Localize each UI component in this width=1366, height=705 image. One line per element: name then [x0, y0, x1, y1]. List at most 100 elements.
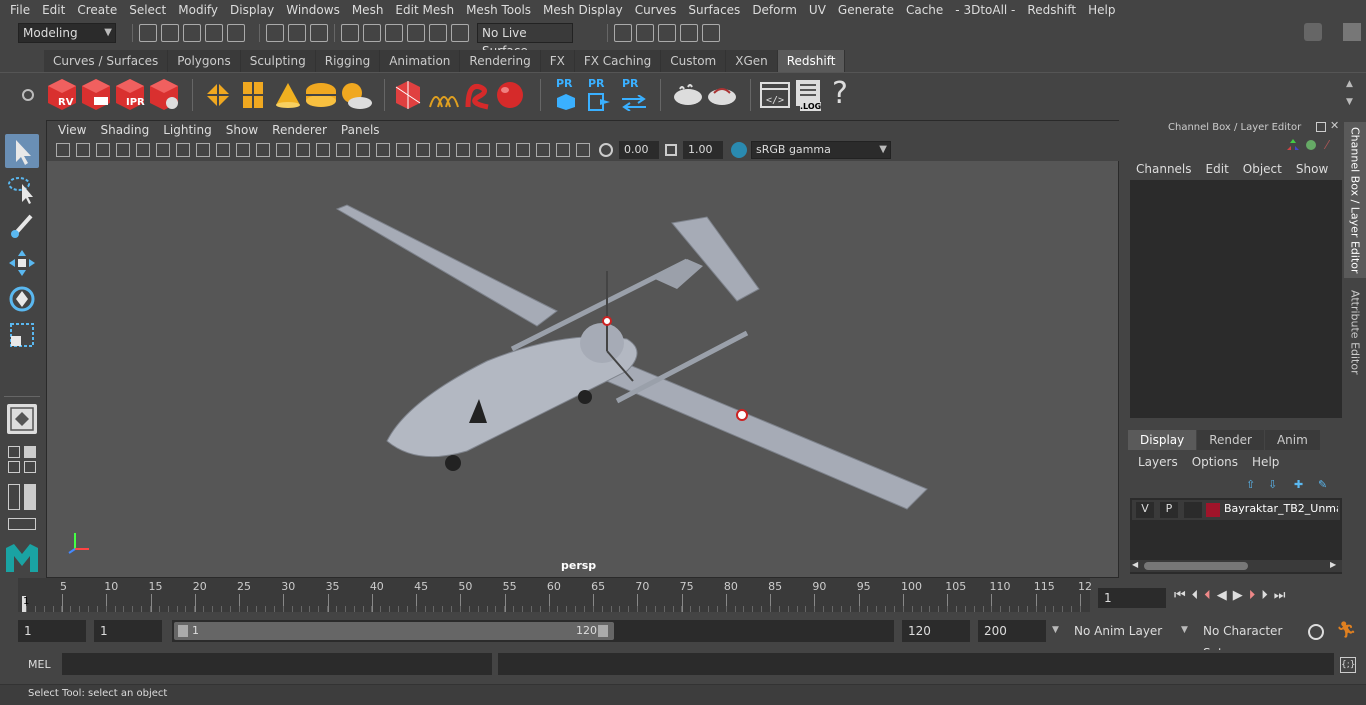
snap-curve-icon[interactable]: [363, 24, 381, 42]
menu-deform[interactable]: Deform: [746, 0, 803, 20]
menu-help[interactable]: Help: [1082, 0, 1121, 20]
render-frame-icon[interactable]: [636, 24, 654, 42]
layer-tab-render[interactable]: Render: [1197, 430, 1264, 450]
rs-pr-object-button[interactable]: PR: [554, 77, 578, 113]
grid-icon[interactable]: [176, 143, 190, 157]
2d-pan-icon[interactable]: [136, 143, 150, 157]
menu-create[interactable]: Create: [71, 0, 123, 20]
move-tool-button[interactable]: [5, 246, 39, 280]
chevron-down-icon[interactable]: ▼: [1052, 625, 1059, 635]
scene-end-field[interactable]: 200: [978, 620, 1046, 642]
hud-icon[interactable]: [576, 143, 590, 157]
anim-prefs-icon[interactable]: [1308, 624, 1324, 640]
timeline-track[interactable]: 5 10 15 20 25 30 35 40 45 50 55 60 65 70 75 80 85 90 95 100…: [18, 578, 1092, 612]
paint-select-tool-button[interactable]: [5, 208, 39, 242]
scroll-left-icon[interactable]: ◀: [1132, 560, 1138, 569]
camera-attributes-icon[interactable]: [76, 143, 90, 157]
mode-selector[interactable]: Modeling ▼: [18, 23, 116, 43]
menu-generate[interactable]: Generate: [832, 0, 900, 20]
snap-view-icon[interactable]: [407, 24, 425, 42]
layer-tab-anim[interactable]: Anim: [1264, 430, 1320, 450]
play-backward-icon[interactable]: ◀: [1217, 588, 1227, 603]
select-hierarchy-icon[interactable]: [266, 24, 284, 42]
snap-grid-icon[interactable]: [341, 24, 359, 42]
layer-color-swatch[interactable]: [1206, 503, 1220, 517]
rotate-tool-button[interactable]: [5, 282, 39, 316]
anti-aliasing-icon[interactable]: [456, 143, 470, 157]
script-editor-icon[interactable]: {;}: [1340, 657, 1356, 673]
layer-move-up-icon[interactable]: ⇧: [1246, 478, 1260, 491]
redo-icon[interactable]: [227, 24, 245, 42]
wireframe-icon[interactable]: [296, 143, 310, 157]
panel-menu-show[interactable]: Show: [219, 123, 265, 137]
layer-name[interactable]: Bayraktar_TB2_Unmann: [1224, 502, 1338, 515]
ipr-button[interactable]: IPR: [114, 77, 146, 111]
use-lights-icon[interactable]: [376, 143, 390, 157]
motion-blur-icon[interactable]: [436, 143, 450, 157]
live-surface-field[interactable]: No Live Surface: [477, 23, 573, 58]
step-back-key-icon[interactable]: ⏴: [1204, 588, 1211, 603]
command-input[interactable]: [62, 653, 492, 675]
scroll-right-icon[interactable]: ▶: [1330, 560, 1336, 569]
range-right-handle[interactable]: [598, 625, 608, 637]
rv-render-button[interactable]: RV: [46, 77, 78, 111]
cb-menu-object[interactable]: Object: [1237, 162, 1290, 176]
menu-mesh-tools[interactable]: Mesh Tools: [460, 0, 537, 20]
toggle-panels-icon[interactable]: [1343, 23, 1361, 41]
shelf-tab-custom[interactable]: Custom: [661, 50, 727, 72]
menu-select[interactable]: Select: [123, 0, 172, 20]
rs-sphere-icon[interactable]: [494, 79, 526, 111]
scene-start-field[interactable]: 1: [18, 620, 86, 642]
rs-log-button[interactable]: .LOG: [794, 79, 824, 113]
textured-icon[interactable]: [356, 143, 370, 157]
outliner-layout-icon[interactable]: [8, 484, 20, 510]
panel-menu-lighting[interactable]: Lighting: [156, 123, 219, 137]
hypershade-icon[interactable]: [702, 24, 720, 42]
close-icon[interactable]: ✕: [1330, 119, 1339, 132]
wireframe-on-shaded-icon[interactable]: [336, 143, 350, 157]
quad-layout-icon[interactable]: [24, 446, 36, 458]
single-layout-icon[interactable]: [8, 446, 20, 458]
new-layer-selected-icon[interactable]: ✎: [1318, 478, 1332, 491]
new-layer-icon[interactable]: ✚: [1294, 478, 1308, 491]
menu-3dtoall[interactable]: - 3DtoAll -: [949, 0, 1021, 20]
shelf-tab-rigging[interactable]: Rigging: [315, 50, 381, 72]
cb-menu-show[interactable]: Show: [1290, 162, 1336, 176]
resolution-gate-icon[interactable]: [216, 143, 230, 157]
image-plane-icon[interactable]: [116, 143, 130, 157]
split-layout-icon[interactable]: [24, 461, 36, 473]
layer-row[interactable]: V P Bayraktar_TB2_Unmann: [1132, 500, 1340, 520]
menu-redshift[interactable]: Redshift: [1021, 0, 1082, 20]
viewport-3d[interactable]: persp: [47, 161, 1118, 577]
snap-point-icon[interactable]: [385, 24, 403, 42]
chevron-down-icon[interactable]: ▼: [1181, 625, 1188, 635]
float-panel-icon[interactable]: [1316, 122, 1326, 132]
tab-channel-box[interactable]: Channel Box / Layer Editor: [1344, 122, 1366, 278]
cb-menu-edit[interactable]: Edit: [1200, 162, 1237, 176]
menu-cache[interactable]: Cache: [900, 0, 949, 20]
menu-edit[interactable]: Edit: [36, 0, 71, 20]
menu-mesh[interactable]: Mesh: [346, 0, 390, 20]
layer-playback-toggle[interactable]: P: [1160, 502, 1178, 518]
make-live-icon[interactable]: [451, 24, 469, 42]
scale-tool-button[interactable]: [5, 318, 39, 352]
rs-dome-light-icon[interactable]: [304, 81, 338, 109]
time-slider[interactable]: 5 10 15 20 25 30 35 40 45 50 55 60 65 70 75 80 85 90 95 100…: [0, 578, 1366, 614]
layer-scrollbar[interactable]: ◀ ▶: [1130, 560, 1342, 572]
drone-model[interactable]: [47, 161, 1118, 577]
workspace-icon[interactable]: [1304, 23, 1322, 41]
menu-windows[interactable]: Windows: [280, 0, 346, 20]
layer-menu-help[interactable]: Help: [1246, 455, 1287, 469]
shelf-tab-polygons[interactable]: Polygons: [168, 50, 241, 72]
cb-icon-move[interactable]: [1286, 138, 1300, 152]
range-slider-fill[interactable]: [174, 622, 614, 640]
menu-file[interactable]: File: [4, 0, 36, 20]
hypershade-layout-icon[interactable]: [8, 518, 36, 530]
layer-menu-options[interactable]: Options: [1186, 455, 1246, 469]
rs-script-icon[interactable]: </>: [760, 81, 790, 109]
rs-light-area-icon[interactable]: [204, 81, 232, 109]
rs-pr-export-button[interactable]: PR: [586, 77, 612, 113]
shelf-scroll-down-icon[interactable]: ▼: [1346, 97, 1353, 107]
step-forward-key-icon[interactable]: ⏵: [1249, 588, 1256, 603]
four-layout-icon[interactable]: [8, 461, 20, 473]
